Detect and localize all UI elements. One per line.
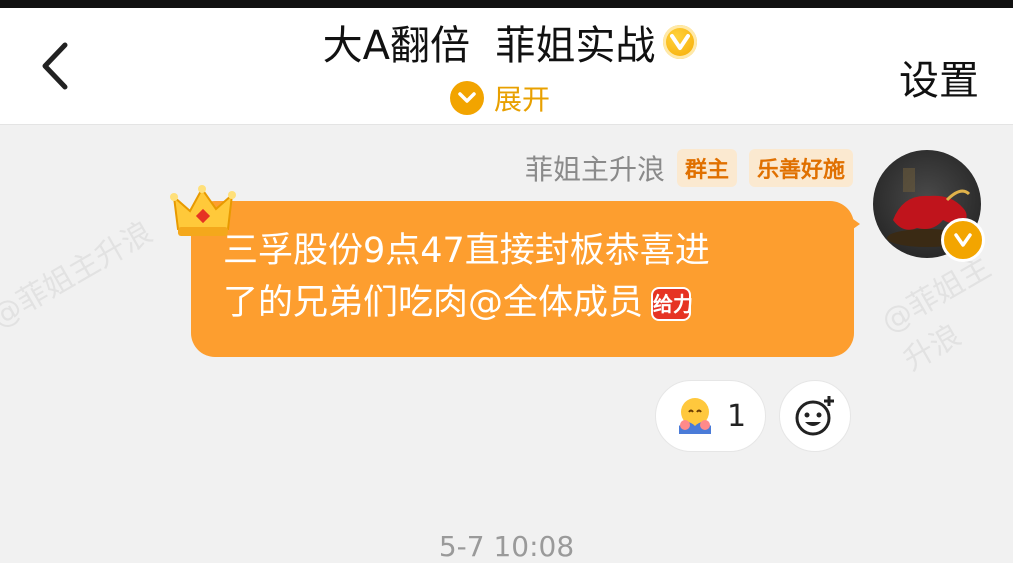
expand-button[interactable]: 展开 [450, 78, 550, 118]
chat-header: 大A翻倍 菲姐实战 展开 设置 [0, 8, 1013, 125]
sender-info: 菲姐主升浪 群主 乐善好施 [525, 148, 853, 188]
chevron-down-icon [450, 81, 484, 115]
role-tag-generous: 乐善好施 [748, 149, 853, 187]
hug-emoji-icon [678, 398, 711, 434]
reaction-hug[interactable]: 1 [655, 380, 766, 452]
watermark-right: @菲姐主升浪 [875, 249, 997, 379]
bubble-tail [846, 214, 860, 234]
expand-label: 展开 [494, 83, 551, 116]
message-text-line-2: 了的兄弟们吃肉@全体成员 给力 [223, 277, 822, 329]
back-button[interactable] [30, 38, 78, 94]
verified-badge-icon [941, 218, 985, 262]
message-text-line-2-text: 了的兄弟们吃肉@全体成员 [223, 283, 644, 323]
add-emoji-icon [795, 396, 834, 436]
add-reaction-button[interactable] [779, 380, 851, 452]
geili-emoji-icon: 给力 [651, 287, 693, 321]
chat-title: 大A翻倍 菲姐实战 [322, 23, 656, 69]
sender-name[interactable]: 菲姐主升浪 [525, 148, 665, 188]
reaction-count: 1 [726, 398, 747, 434]
geili-emoji-label: 给力 [653, 289, 693, 319]
status-bar-edge [0, 0, 1013, 8]
settings-button[interactable]: 设置 [899, 48, 979, 106]
watermark-left: @菲姐主升浪 [0, 214, 159, 336]
crown-icon [170, 185, 236, 236]
role-tag-owner: 群主 [676, 149, 737, 187]
message-bubble[interactable]: 三孚股份9点47直接封板恭喜进 了的兄弟们吃肉@全体成员 给力 [191, 201, 854, 357]
chat-title-row[interactable]: 大A翻倍 菲姐实战 [250, 16, 770, 69]
message-text-line-1: 三孚股份9点47直接封板恭喜进 [223, 231, 710, 271]
message-timestamp: 5-7 10:08 [438, 530, 575, 563]
chevron-left-icon [42, 42, 68, 90]
v-badge-icon [663, 25, 698, 59]
